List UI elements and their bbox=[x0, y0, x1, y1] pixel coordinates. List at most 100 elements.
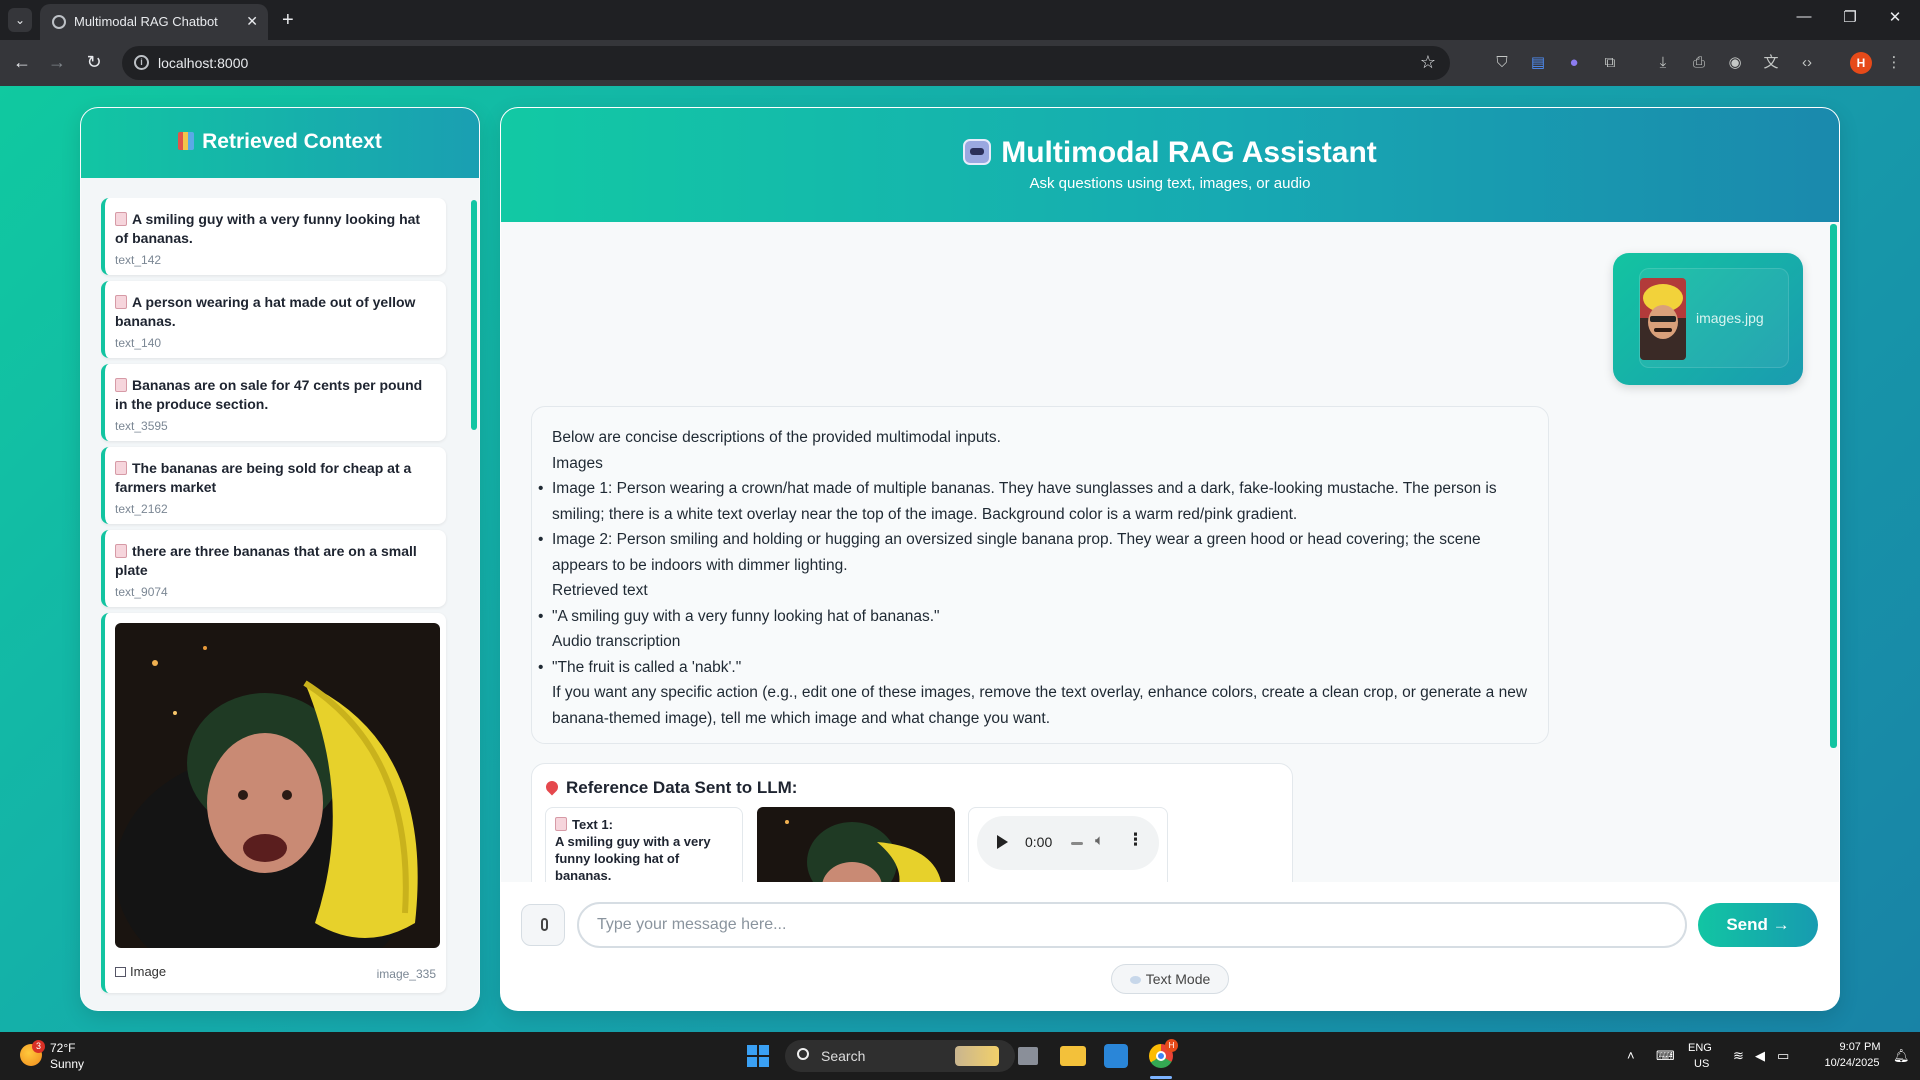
browser-toolbar: ← → ↻ i localhost:8000 ☆ ⛉ ▤ ● ⧉ ⤓ ⎙ ◉ 文… bbox=[0, 40, 1920, 86]
microphone-icon bbox=[541, 918, 548, 931]
back-button[interactable]: ← bbox=[10, 52, 34, 73]
chat-panel: Multimodal RAG Assistant Ask questions u… bbox=[500, 107, 1840, 1011]
context-item-text: A person wearing a hat made out of yello… bbox=[115, 294, 416, 329]
context-item: Bananas are on sale for 47 cents per pou… bbox=[101, 364, 446, 441]
taskbar-search[interactable]: Search bbox=[785, 1040, 1015, 1072]
windows-start-icon[interactable] bbox=[747, 1045, 769, 1067]
profile-avatar[interactable]: H bbox=[1850, 52, 1872, 74]
play-icon[interactable] bbox=[997, 835, 1008, 849]
forward-button[interactable]: → bbox=[45, 52, 69, 73]
context-item-text-wrap: The bananas are being sold for cheap at … bbox=[115, 459, 434, 497]
new-tab-button[interactable]: + bbox=[282, 8, 294, 32]
close-tab-icon[interactable]: ✕ bbox=[246, 13, 258, 30]
attached-image-thumbnail bbox=[1640, 278, 1686, 360]
translate-extension-icon[interactable]: ▤ bbox=[1528, 53, 1548, 73]
context-list[interactable]: A smiling guy with a very funny looking … bbox=[101, 198, 471, 1008]
more-options-icon[interactable]: ⋮ bbox=[1127, 830, 1144, 850]
reference-image bbox=[757, 807, 955, 882]
language-top[interactable]: ENG bbox=[1688, 1042, 1712, 1054]
print-icon[interactable]: ⎙ bbox=[1689, 53, 1709, 73]
context-item: The bananas are being sold for cheap at … bbox=[101, 447, 446, 524]
weather-badge: 3 bbox=[32, 1040, 45, 1053]
mode-toggle[interactable]: Text Mode bbox=[1111, 964, 1229, 994]
image-label: Image bbox=[115, 964, 166, 979]
battery-icon[interactable]: ▭ bbox=[1777, 1048, 1789, 1064]
translate-icon[interactable]: 文 bbox=[1761, 53, 1781, 73]
reload-button[interactable]: ↻ bbox=[82, 52, 106, 73]
tab-search-button[interactable]: ⌄ bbox=[8, 8, 32, 32]
wifi-icon[interactable]: ≋ bbox=[1733, 1048, 1744, 1064]
section-heading-audio: Audio transcription bbox=[552, 633, 681, 650]
download-icon[interactable]: ⤓ bbox=[1653, 53, 1673, 73]
assistant-outro: If you want any specific action (e.g., e… bbox=[552, 684, 1528, 727]
site-info-icon[interactable]: i bbox=[134, 55, 149, 70]
sidebar-scrollbar[interactable] bbox=[471, 200, 477, 430]
keyboard-icon[interactable]: ⌨ bbox=[1656, 1048, 1675, 1064]
reference-text-label-wrap: Text 1: bbox=[555, 816, 733, 833]
message-composer: Send → Text Mode bbox=[501, 882, 1839, 1010]
list-item: "A smiling guy with a very funny looking… bbox=[538, 604, 1528, 630]
speaker-icon[interactable]: ◀︎ bbox=[1755, 1048, 1765, 1064]
context-item-text-wrap: Bananas are on sale for 47 cents per pou… bbox=[115, 376, 434, 414]
shield-extension-icon[interactable]: ⛉ bbox=[1492, 53, 1512, 73]
clock-date[interactable]: 10/24/2025 bbox=[1812, 1057, 1892, 1069]
context-item-text: Bananas are on sale for 47 cents per pou… bbox=[115, 377, 423, 412]
context-item-text-wrap: A smiling guy with a very funny looking … bbox=[115, 210, 434, 248]
vscode-icon[interactable] bbox=[1104, 1044, 1128, 1068]
chat-scrollbar[interactable] bbox=[1830, 224, 1837, 748]
context-item-id: text_3595 bbox=[115, 419, 168, 433]
search-highlight-icon bbox=[955, 1046, 999, 1066]
language-bottom[interactable]: US bbox=[1694, 1058, 1709, 1070]
chat-header: Multimodal RAG Assistant Ask questions u… bbox=[501, 108, 1839, 222]
browser-tab[interactable]: Multimodal RAG Chatbot ✕ bbox=[40, 4, 268, 40]
restore-button[interactable]: ❐ bbox=[1835, 8, 1865, 26]
mode-label: Text Mode bbox=[1145, 971, 1211, 987]
discord-extension-icon[interactable]: ● bbox=[1564, 53, 1584, 73]
document-icon bbox=[555, 817, 567, 831]
address-bar[interactable]: i localhost:8000 ☆ bbox=[122, 46, 1450, 80]
books-icon bbox=[178, 132, 195, 150]
message-input[interactable] bbox=[577, 902, 1687, 948]
browser-tab-bar: ⌄ Multimodal RAG Chatbot ✕ + — ❐ ✕ bbox=[0, 0, 1920, 40]
volume-icon[interactable]: 🔈︎ bbox=[1095, 832, 1104, 849]
clock-time[interactable]: 9:07 PM bbox=[1830, 1041, 1890, 1053]
section-heading-images: Images bbox=[552, 454, 603, 472]
screenshot-icon[interactable]: ◉ bbox=[1725, 53, 1745, 73]
banana-hat-photo bbox=[1640, 278, 1686, 360]
notification-bell-icon[interactable]: 🔔︎ bbox=[1893, 1048, 1910, 1064]
task-view-icon[interactable] bbox=[1018, 1047, 1038, 1065]
url-text: localhost:8000 bbox=[158, 55, 249, 71]
images-list: Image 1: Person wearing a crown/hat made… bbox=[538, 476, 1528, 578]
bookmark-star-icon[interactable]: ☆ bbox=[1420, 52, 1436, 73]
devtools-code-icon[interactable]: ‹› bbox=[1797, 53, 1817, 73]
mic-button[interactable] bbox=[521, 904, 565, 946]
context-item-id: text_2162 bbox=[115, 502, 168, 516]
send-button[interactable]: Send → bbox=[1698, 903, 1818, 947]
tab-title: Multimodal RAG Chatbot bbox=[74, 14, 218, 29]
file-explorer-icon[interactable] bbox=[1060, 1046, 1086, 1066]
close-window-button[interactable]: ✕ bbox=[1880, 8, 1910, 26]
chat-messages[interactable]: images.jpg Below are concise description… bbox=[501, 222, 1839, 882]
audio-player[interactable]: 0:00 🔈︎ ⋮ bbox=[977, 816, 1159, 870]
minimize-button[interactable]: — bbox=[1789, 8, 1819, 25]
browser-menu-icon[interactable]: ⋮ bbox=[1884, 53, 1904, 73]
reference-audio: 0:00 🔈︎ ⋮ bbox=[968, 807, 1168, 882]
chevron-up-icon[interactable]: ˄ bbox=[1627, 1048, 1635, 1063]
robot-icon bbox=[963, 139, 992, 165]
reference-text-item: Text 1: A smiling guy with a very funny … bbox=[545, 807, 743, 882]
document-icon bbox=[115, 295, 127, 309]
document-icon bbox=[115, 461, 127, 475]
audio-time: 0:00 bbox=[1025, 834, 1053, 850]
context-item-text: there are three bananas that are on a sm… bbox=[115, 543, 417, 578]
user-message: images.jpg bbox=[1613, 253, 1803, 385]
extensions-puzzle-icon[interactable]: ⧉ bbox=[1600, 53, 1620, 73]
context-item-text: The bananas are being sold for cheap at … bbox=[115, 460, 412, 495]
list-item: "The fruit is called a 'nabk'." bbox=[538, 655, 1528, 681]
banana-person-thumbnail bbox=[757, 807, 955, 882]
context-item-text: A smiling guy with a very funny looking … bbox=[115, 211, 421, 246]
document-icon bbox=[115, 212, 127, 226]
weather-temp: 72°F bbox=[50, 1041, 76, 1055]
audio-progress[interactable] bbox=[1071, 842, 1083, 845]
taskbar: 3 72°F Sunny Search H ˄ ⌨ ENG US ≋ ◀︎ ▭ … bbox=[0, 1032, 1920, 1080]
attached-image[interactable]: images.jpg bbox=[1639, 268, 1789, 368]
